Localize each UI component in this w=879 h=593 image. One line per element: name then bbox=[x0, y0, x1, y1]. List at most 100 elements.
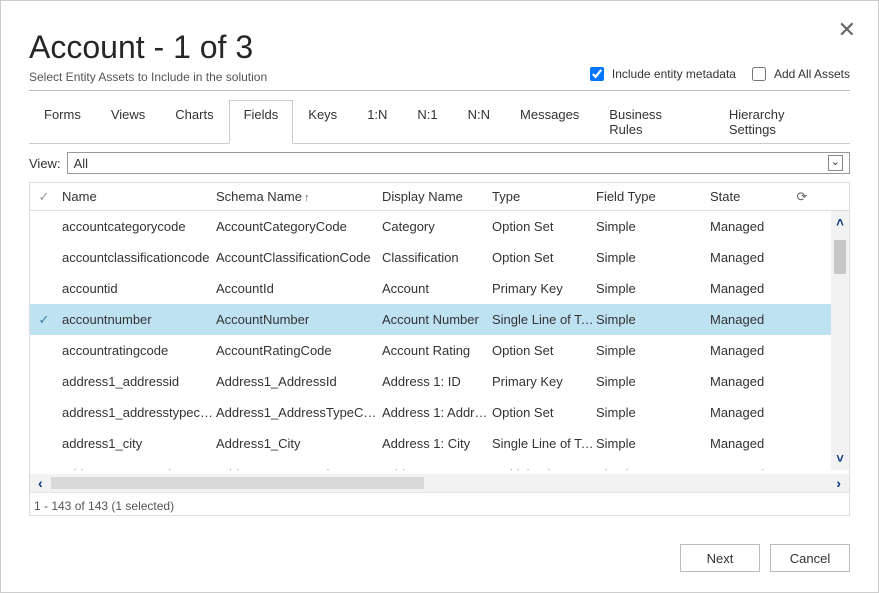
tab-messages[interactable]: Messages bbox=[505, 100, 594, 144]
table-row[interactable]: accountcategorycodeAccountCategoryCodeCa… bbox=[30, 211, 849, 242]
view-selected: All bbox=[74, 156, 88, 171]
page-title: Account - 1 of 3 bbox=[29, 29, 850, 66]
cancel-button[interactable]: Cancel bbox=[770, 544, 850, 572]
sort-asc-icon: ↑ bbox=[304, 192, 310, 204]
cell-schema: AccountId bbox=[216, 281, 382, 296]
cell-display: Account Number bbox=[382, 312, 492, 327]
include-metadata-checkbox[interactable]: Include entity metadata bbox=[586, 64, 736, 84]
cell-schema: Address1_Composite bbox=[216, 467, 382, 470]
add-all-assets-checkbox[interactable]: Add All Assets bbox=[748, 64, 850, 84]
cell-type: Primary Key bbox=[492, 374, 596, 389]
horizontal-scrollbar[interactable]: ‹ › bbox=[30, 474, 849, 492]
cell-state: Managed bbox=[710, 467, 790, 470]
cell-name: accountid bbox=[58, 281, 216, 296]
cell-state: Managed bbox=[710, 281, 790, 296]
cell-field: Simple bbox=[596, 219, 710, 234]
options-row: Include entity metadata Add All Assets bbox=[29, 64, 850, 91]
tab-charts[interactable]: Charts bbox=[160, 100, 228, 144]
cell-state: Managed bbox=[710, 250, 790, 265]
row-check[interactable]: ✓ bbox=[30, 312, 58, 328]
cell-type: Multiple Lines of… bbox=[492, 467, 596, 470]
col-header-display[interactable]: Display Name bbox=[382, 189, 492, 204]
view-select[interactable]: All ⌄ bbox=[67, 152, 850, 174]
cell-state: Managed bbox=[710, 405, 790, 420]
col-header-type[interactable]: Type bbox=[492, 189, 596, 204]
col-header-schema-text: Schema Name bbox=[216, 189, 302, 204]
tab-n1[interactable]: N:1 bbox=[402, 100, 452, 144]
grid-body: accountcategorycodeAccountCategoryCodeCa… bbox=[30, 211, 849, 470]
grid-status: 1 - 143 of 143 (1 selected) bbox=[30, 492, 849, 515]
cell-display: Address 1: Addr… bbox=[382, 405, 492, 420]
cell-type: Option Set bbox=[492, 219, 596, 234]
tab-forms[interactable]: Forms bbox=[29, 100, 96, 144]
cell-name: accountratingcode bbox=[58, 343, 216, 358]
next-button[interactable]: Next bbox=[680, 544, 760, 572]
cell-name: address1_addressid bbox=[58, 374, 216, 389]
view-label: View: bbox=[29, 156, 61, 171]
cell-name: accountcategorycode bbox=[58, 219, 216, 234]
table-row[interactable]: address1_addressidAddress1_AddressIdAddr… bbox=[30, 366, 849, 397]
col-header-field[interactable]: Field Type bbox=[596, 189, 710, 204]
vertical-scrollbar[interactable]: ˄ ˅ bbox=[831, 211, 849, 470]
fields-grid: ✓ Name Schema Name↑ Display Name Type Fi… bbox=[29, 182, 850, 516]
tab-nn[interactable]: N:N bbox=[453, 100, 505, 144]
col-header-name[interactable]: Name bbox=[58, 189, 216, 204]
cell-field: Simple bbox=[596, 405, 710, 420]
cell-schema: Address1_City bbox=[216, 436, 382, 451]
cell-display: Account bbox=[382, 281, 492, 296]
tab-hierarchy-settings[interactable]: Hierarchy Settings bbox=[714, 100, 850, 144]
close-icon[interactable]: ✕ bbox=[838, 19, 856, 41]
grid-header: ✓ Name Schema Name↑ Display Name Type Fi… bbox=[30, 183, 849, 211]
scroll-left-icon[interactable]: ‹ bbox=[30, 475, 51, 491]
table-row[interactable]: ✓accountnumberAccountNumberAccount Numbe… bbox=[30, 304, 849, 335]
scroll-down-icon[interactable]: ˅ bbox=[836, 447, 844, 470]
solution-assets-dialog: ✕ Account - 1 of 3 Select Entity Assets … bbox=[0, 0, 879, 593]
cell-display: Address 1: City bbox=[382, 436, 492, 451]
cell-name: accountclassificationcode bbox=[58, 250, 216, 265]
tab-1n[interactable]: 1:N bbox=[352, 100, 402, 144]
asset-tabs: Forms Views Charts Fields Keys 1:N N:1 N… bbox=[29, 99, 850, 144]
table-row[interactable]: accountclassificationcodeAccountClassifi… bbox=[30, 242, 849, 273]
scroll-track[interactable] bbox=[831, 234, 849, 447]
chevron-down-icon: ⌄ bbox=[828, 155, 843, 170]
cell-display: Address 1: ID bbox=[382, 374, 492, 389]
scroll-right-icon[interactable]: › bbox=[828, 475, 849, 491]
add-all-assets-input[interactable] bbox=[752, 67, 766, 81]
hscroll-thumb[interactable] bbox=[51, 477, 424, 489]
cell-schema: Address1_AddressId bbox=[216, 374, 382, 389]
cell-schema: Address1_AddressTypeCode bbox=[216, 405, 382, 420]
scroll-up-icon[interactable]: ˄ bbox=[836, 211, 844, 234]
cell-schema: AccountClassificationCode bbox=[216, 250, 382, 265]
tab-business-rules[interactable]: Business Rules bbox=[594, 100, 714, 144]
cell-field: Simple bbox=[596, 281, 710, 296]
col-header-state[interactable]: State bbox=[710, 189, 790, 204]
cell-name: accountnumber bbox=[58, 312, 216, 327]
hscroll-track[interactable] bbox=[51, 477, 829, 489]
cell-type: Single Line of Text bbox=[492, 436, 596, 451]
cell-name: address1_city bbox=[58, 436, 216, 451]
table-row[interactable]: address1_addresstypecodeAddress1_Address… bbox=[30, 397, 849, 428]
cell-type: Primary Key bbox=[492, 281, 596, 296]
table-row[interactable]: address1_compositeAddress1_CompositeAddr… bbox=[30, 459, 849, 470]
refresh-icon[interactable]: ⟳ bbox=[790, 189, 814, 205]
cell-display: Classification bbox=[382, 250, 492, 265]
add-all-assets-label: Add All Assets bbox=[774, 67, 850, 81]
include-metadata-input[interactable] bbox=[590, 67, 604, 81]
cell-type: Option Set bbox=[492, 343, 596, 358]
table-row[interactable]: accountidAccountIdAccountPrimary KeySimp… bbox=[30, 273, 849, 304]
tab-views[interactable]: Views bbox=[96, 100, 160, 144]
select-all-header[interactable]: ✓ bbox=[30, 189, 58, 205]
tab-fields[interactable]: Fields bbox=[229, 100, 294, 144]
tab-keys[interactable]: Keys bbox=[293, 100, 352, 144]
table-row[interactable]: accountratingcodeAccountRatingCodeAccoun… bbox=[30, 335, 849, 366]
col-header-schema[interactable]: Schema Name↑ bbox=[216, 189, 382, 204]
scroll-thumb[interactable] bbox=[834, 240, 846, 274]
cell-state: Managed bbox=[710, 219, 790, 234]
table-row[interactable]: address1_cityAddress1_CityAddress 1: Cit… bbox=[30, 428, 849, 459]
cell-state: Managed bbox=[710, 374, 790, 389]
cell-state: Managed bbox=[710, 312, 790, 327]
view-row: View: All ⌄ bbox=[29, 152, 850, 174]
cell-display: Account Rating bbox=[382, 343, 492, 358]
cell-type: Single Line of Text bbox=[492, 312, 596, 327]
cell-state: Managed bbox=[710, 343, 790, 358]
